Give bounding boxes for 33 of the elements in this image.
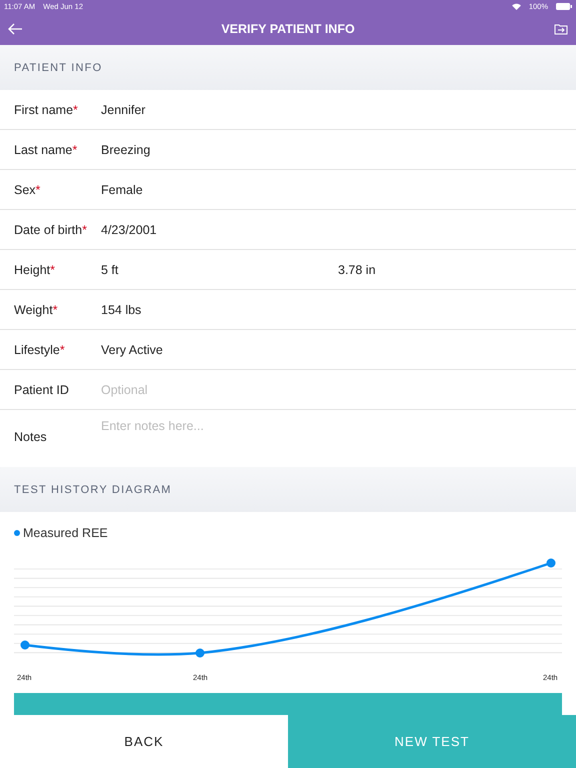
page-title: VERIFY PATIENT INFO [221,22,355,36]
field-label: Date of birth* [14,222,88,236]
action-button[interactable] [14,693,562,717]
field-label: Patient ID [14,382,70,396]
field-value[interactable]: 5 ft [101,262,338,276]
battery-icon [556,2,572,10]
data-point [20,640,30,650]
export-button[interactable] [554,22,568,34]
section-header: PATIENT INFO [14,62,102,74]
field-label: Weight* [14,302,59,316]
field-value[interactable]: 4/23/2001 [101,222,338,236]
field-label: Lifestyle* [14,342,66,356]
back-arrow-icon [8,22,23,34]
field-value[interactable]: Jennifer [101,102,338,116]
field-label: Last name* [14,142,78,156]
wifi-icon [512,2,521,10]
field-label: Notes [14,430,48,444]
field-value[interactable]: Female [101,182,338,196]
field-value[interactable]: Breezing [101,142,338,156]
legend-label: Measured REE [23,526,108,540]
field-value[interactable]: 3.78 in [338,262,575,276]
folder-arrow-icon [554,22,568,34]
field-label: First name* [14,102,79,116]
field-value[interactable]: Very Active [101,342,338,356]
field-label: Sex* [14,182,42,196]
data-point [196,648,204,658]
field-value[interactable]: 154 lbs [101,302,338,316]
section-header: TEST HISTORY DIAGRAM [14,484,172,496]
input-field[interactable]: Optional [101,382,401,396]
data-point [546,558,556,568]
field-label: Height* [14,262,56,276]
notes-field[interactable]: Enter notes here... [101,418,401,434]
legend-dot-icon [14,530,20,536]
